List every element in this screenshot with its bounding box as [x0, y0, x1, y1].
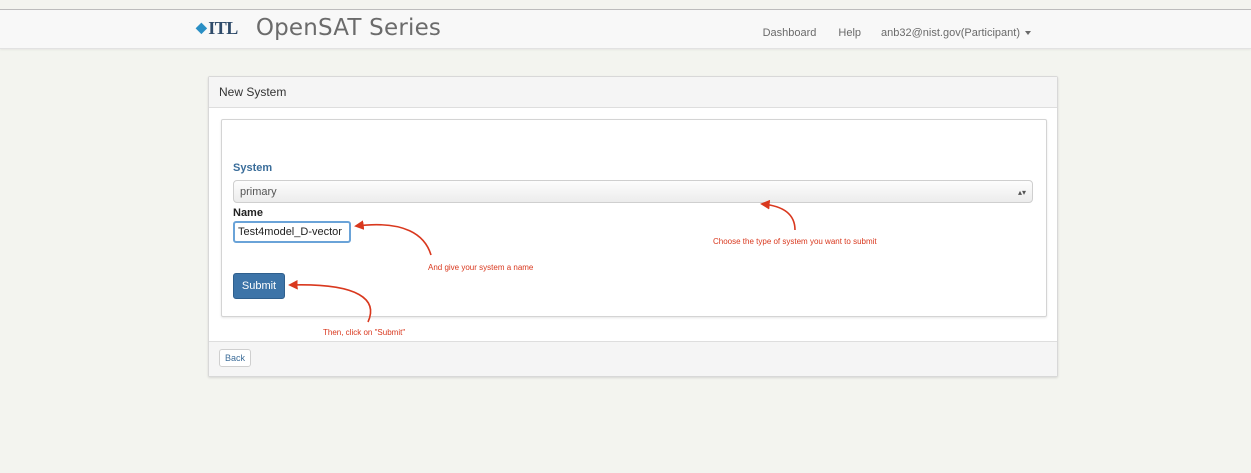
- system-label: System: [233, 162, 273, 174]
- system-select[interactable]: primary ▴▾: [233, 180, 1033, 203]
- nav-dashboard-link[interactable]: Dashboard: [763, 27, 817, 39]
- system-select-value: primary: [240, 186, 277, 198]
- name-input[interactable]: Test4model_D-vector: [233, 221, 351, 243]
- panel-body: System primary ▴▾ Name Test4model_D-vect…: [221, 119, 1047, 317]
- logo-mark-icon: ◆: [196, 20, 207, 36]
- logo-text: ITL: [208, 17, 238, 38]
- back-button[interactable]: Back: [219, 349, 252, 367]
- submit-hint-text: Then, click on "Submit": [323, 328, 406, 337]
- user-menu-label: anb32@nist.gov(Participant): [881, 27, 1020, 39]
- user-menu[interactable]: anb32@nist.gov(Participant): [881, 27, 1031, 39]
- nav-right: Dashboard Help anb32@nist.gov(Participan…: [763, 27, 1031, 39]
- panel-heading: New System: [209, 77, 1057, 108]
- brand[interactable]: ◆ ITL OpenSAT Series: [196, 15, 441, 41]
- brand-title: OpenSAT Series: [255, 15, 442, 41]
- panel-footer: Back: [209, 341, 1057, 376]
- name-hint-text: And give your system a name: [428, 263, 534, 272]
- select-arrows-icon: ▴▾: [1017, 188, 1026, 197]
- navbar: ◆ ITL OpenSAT Series Dashboard Help anb3…: [0, 10, 1251, 49]
- name-label: Name: [233, 207, 263, 219]
- nav-help-link[interactable]: Help: [838, 27, 861, 39]
- submit-button[interactable]: Submit: [233, 273, 285, 299]
- caret-down-icon: [1025, 31, 1031, 36]
- itl-logo: ◆ ITL: [196, 18, 238, 39]
- system-hint-text: Choose the type of system you want to su…: [713, 237, 877, 246]
